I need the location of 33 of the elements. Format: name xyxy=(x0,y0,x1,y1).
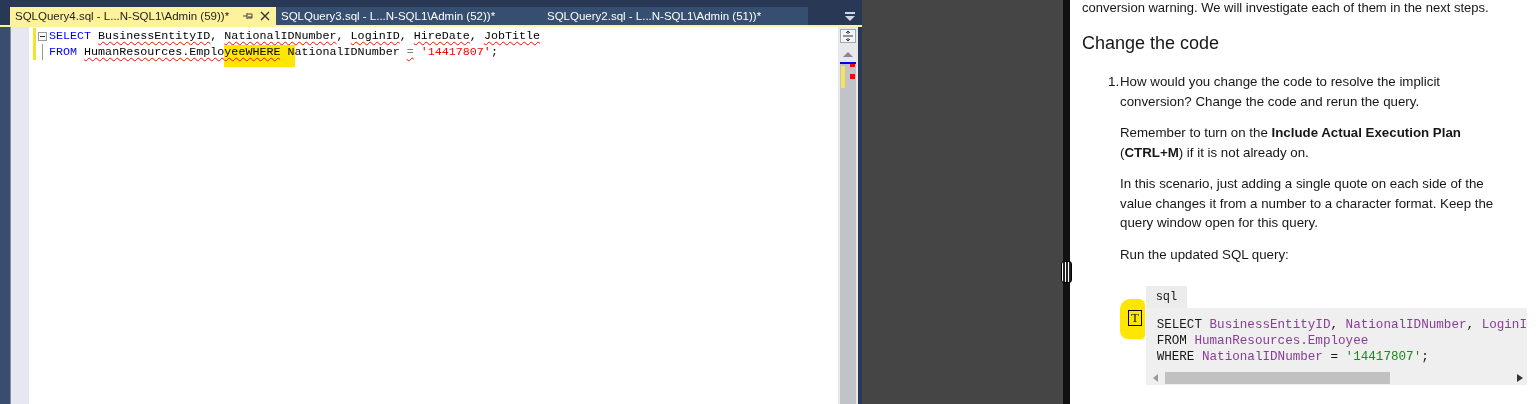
dropdown-icon[interactable] xyxy=(844,11,856,21)
error-marker xyxy=(850,74,855,79)
split-icon[interactable] xyxy=(840,29,856,43)
code-line: SELECT BusinessEntityID, NationalIDNumber, LoginID, HireDate, JobTitle xyxy=(49,28,540,44)
vertical-scrollbar[interactable] xyxy=(838,27,862,404)
code-line: WHERE NationalIDNumber = '14417807'; xyxy=(1156,349,1430,365)
paragraph: Run the updated SQL query: xyxy=(1120,245,1290,264)
code-line: FROM HumanResources.Employee xyxy=(1156,333,1370,349)
scroll-up-icon[interactable] xyxy=(842,51,854,58)
annotation-marker: T xyxy=(1128,310,1142,326)
paragraph: How would you change the code to resolve the implicit conversion? Change the code and rerun the query. xyxy=(1120,73,1442,111)
caret-marker xyxy=(840,62,856,64)
code-line: SELECT BusinessEntityID, NationalIDNumber, LoginI xyxy=(1156,317,1527,333)
section-heading: Change the code xyxy=(1082,33,1221,54)
document-tab[interactable]: SQLQuery2.sql - L...N-SQL1\Admin (51))* xyxy=(542,7,808,25)
pin-icon[interactable] xyxy=(242,11,254,21)
paragraph: conversion warning. We will investigate each of them in the next steps. xyxy=(1082,0,1490,15)
code-line: FROM HumanResources.EmployeeWHERE NationalIDNumber = '14417807'; xyxy=(49,44,498,68)
document-tab[interactable]: SQLQuery4.sql - L...N-SQL1\Admin (59))* xyxy=(10,7,276,25)
tab-label: SQLQuery3.sql - L...N-SQL1\Admin (52))* xyxy=(281,10,496,22)
splitter-handle[interactable] xyxy=(1061,261,1072,283)
tab-label: SQLQuery4.sql - L...N-SQL1\Admin (59))* xyxy=(15,10,230,22)
step-number: 1. xyxy=(1108,73,1120,91)
scroll-right-icon[interactable] xyxy=(1517,374,1523,382)
document-tab[interactable]: SQLQuery3.sql - L...N-SQL1\Admin (52))* xyxy=(276,7,542,25)
highlight-mark xyxy=(1120,299,1145,339)
error-marker xyxy=(850,64,855,67)
change-marker xyxy=(841,66,845,88)
paragraph: In this scenario, just adding a single quote on each side of the value changes it from a number to a character format. Keep the query window open for this query. xyxy=(1120,175,1495,232)
close-icon[interactable] xyxy=(260,11,270,21)
paragraph: Remember to turn on the Include Actual Execution Plan (CTRL+M) if it is not already on. xyxy=(1120,124,1462,162)
horizontal-scrollbar[interactable] xyxy=(1152,371,1523,385)
tab-label: SQLQuery2.sql - L...N-SQL1\Admin (51))* xyxy=(547,10,762,22)
